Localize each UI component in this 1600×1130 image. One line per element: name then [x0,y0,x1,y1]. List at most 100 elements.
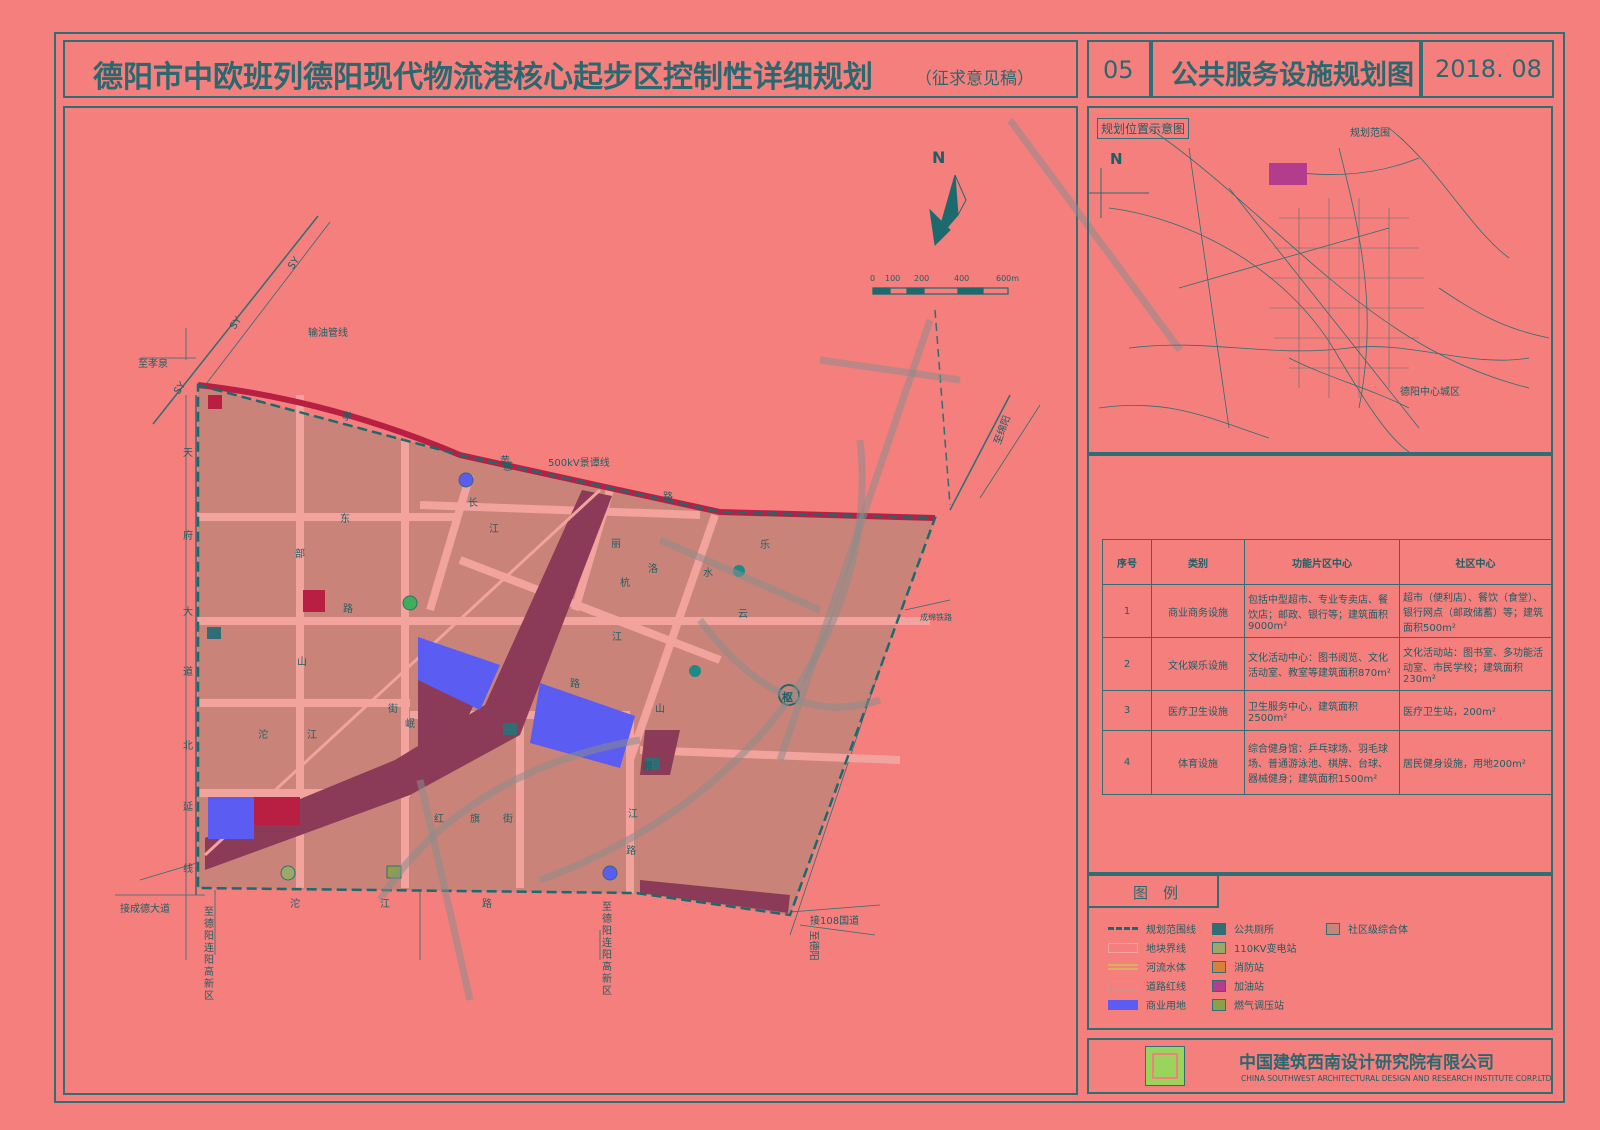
road-char: 孝 [342,412,352,423]
table-row: 2 文化娱乐设施 文化活动中心：图书阅览、文化活动室、教室等建筑面积870m² … [1102,637,1552,691]
to-chengde-avenue-label: 接成德大道 [120,904,170,915]
500kv-line-label: 500kV景谭线 [548,458,610,469]
road-char: 江 [612,632,622,643]
parking-icon [689,665,701,677]
company-name-en: CHINA SOUTHWEST ARCHITECTURAL DESIGN AND… [1241,1074,1552,1083]
legend-title-box: 图 例 [1087,874,1219,908]
legend-label: 道路红线 [1146,982,1186,993]
legend-item: 消防站 [1212,959,1264,974]
legend-item: 地块界线 [1108,940,1186,955]
legend-item: 商业用地 [1108,997,1186,1012]
road-char: 路 [343,604,353,615]
table-cell: 2 [1102,637,1152,691]
scale-label-200: 200 [914,274,930,283]
legend-label: 110KV变电站 [1234,944,1297,955]
road-char: 天 [183,448,193,459]
table-row: 3 医疗卫生设施 卫生服务中心，建筑面积2500m² 医疗卫生站，200m² [1102,690,1552,731]
road-char: 部 [295,549,305,560]
legend-item: 规划范围线 [1108,921,1196,936]
road-char: 岷 [405,719,415,730]
road-char: 红 [434,814,444,825]
table-cell: 医疗卫生设施 [1151,690,1245,731]
company-name-cn: 中国建筑西南设计研究院有限公司 [1239,1053,1494,1073]
road-char: 街 [503,814,513,825]
scale-label-100: 100 [885,274,901,283]
road-icon [1108,980,1138,991]
scale-bar [872,287,1009,295]
gas-regulator-icon [1212,998,1226,1011]
legend-label: 加油站 [1234,982,1264,993]
scale-label-400: 400 [954,274,970,283]
legend-item: 社区级综合体 [1326,921,1408,936]
plan-range-highlight [1269,163,1307,185]
substation-icon [402,595,418,611]
company-logo [1145,1046,1185,1086]
table-cell: 4 [1102,730,1152,795]
road-char: 山 [655,704,665,715]
company-box: 中国建筑西南设计研究院有限公司 CHINA SOUTHWEST ARCHITEC… [1087,1038,1553,1094]
road-char: 江 [307,730,317,741]
railway-label: 成绵铁路 [920,613,952,622]
red-plot-3 [208,395,222,409]
dashed-line-icon [1108,927,1138,930]
legend-item: 河流水体 [1108,959,1186,974]
table-cell: 3 [1102,690,1152,731]
road-char: 杭 [620,578,630,589]
table-row: 4 体育设施 综合健身馆：乒乓球场、羽毛球场、普通游泳池、棋牌、台球、器械健身；… [1102,730,1552,795]
road-char: 大 [183,607,193,618]
table-cell: 文化活动中心：图书阅览、文化活动室、教室等建筑面积870m² [1244,637,1400,691]
table-cell: 1 [1102,584,1152,638]
road-char: 黄 [500,456,510,467]
table-cell: 体育设施 [1151,730,1245,795]
table-cell: 文化娱乐设施 [1151,637,1245,691]
table-header-row: 序号 类别 功能片区中心 社区中心 [1102,539,1552,585]
facility-table: 序号 类别 功能片区中心 社区中心 1 商业商务设施 包括中型超市、专业专卖店、… [1102,539,1552,795]
road-char: 沱 [258,730,268,741]
road-char: 水 [703,568,713,579]
road-char: 路 [570,679,580,690]
road-char: 府 [183,531,193,542]
red-plot-1 [303,590,325,612]
road-char: 云 [738,609,748,620]
road-char: 洛 [648,564,658,575]
table-cell: 超市（便利店）、餐饮（食堂）、银行网点（邮政储蓄）等；建筑面积500m² [1399,584,1552,638]
legend-item: 加油站 [1212,978,1264,993]
road-char: 沱 [290,899,300,910]
legend-label: 燃气调压站 [1234,1001,1284,1012]
road-char: 湘 [642,762,652,773]
pipeline-label: 输油管线 [308,328,348,339]
toilet-icon [207,627,221,639]
table-cell: 商业商务设施 [1151,584,1245,638]
road-char: 路 [663,492,673,503]
table-header-cell: 类别 [1151,539,1245,585]
legend-label: 消防站 [1234,963,1264,974]
legend-item: 公共厕所 [1212,921,1274,936]
legend-label: 商业用地 [1146,1001,1186,1012]
table-header-cell: 社区中心 [1399,539,1552,585]
location-north-label: N [1110,150,1123,168]
legend-item: 燃气调压站 [1212,997,1284,1012]
table-header-cell: 序号 [1102,539,1152,585]
table-cell: 卫生服务中心，建筑面积2500m² [1244,690,1400,731]
toilet-icon [1212,922,1226,935]
hub-label: 枢 [782,691,793,704]
community-icon [1326,922,1340,935]
legend-label: 社区级综合体 [1348,925,1408,936]
legend-item: 110KV变电站 [1212,940,1297,955]
toilet-icon [503,723,517,735]
road-char: 线 [183,864,193,875]
scale-label-0: 0 [870,274,876,283]
scale-label-600: 600m [996,274,1020,283]
blue-fill-icon [1108,999,1138,1010]
gas-station-icon [1212,979,1226,992]
river-icon [1108,963,1138,970]
north-label: N [932,148,946,167]
road-char: 江 [489,524,499,535]
to-newdistrict-label-2: 至德阳连阳高新区 [602,902,612,997]
legend-title: 图 例 [1133,884,1179,902]
north-arrow-icon [929,174,967,247]
table-cell: 居民健身设施，用地200m² [1399,730,1552,795]
road-char: 山 [297,657,307,668]
city-center-label: 德阳中心城区 [1400,387,1460,398]
substation-icon [1212,941,1226,954]
